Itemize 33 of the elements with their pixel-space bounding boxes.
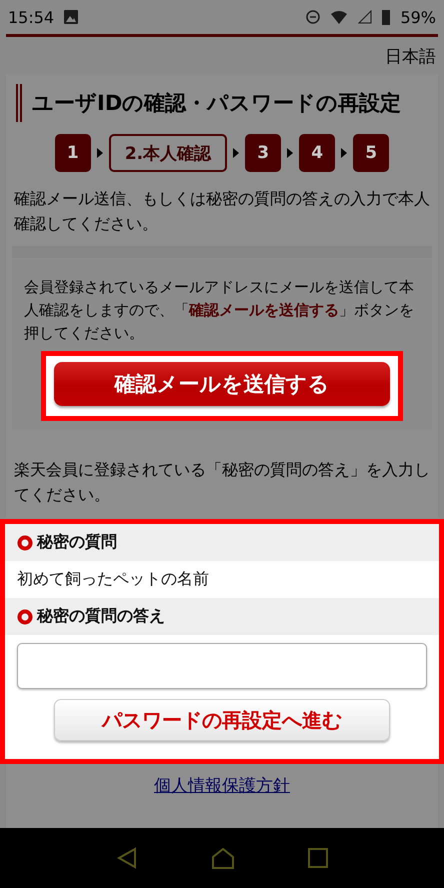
- clock: 15:54: [8, 8, 54, 26]
- language-link[interactable]: 日本語: [377, 37, 444, 74]
- arrow-icon: [233, 148, 240, 158]
- step: 5: [353, 134, 390, 172]
- step: 4: [299, 134, 336, 172]
- bullet-icon: [17, 534, 33, 550]
- battery-level: 59%: [400, 8, 436, 26]
- send-email-button[interactable]: 確認メールを送信する: [54, 362, 390, 406]
- home-icon[interactable]: [210, 847, 235, 869]
- field-label: 秘密の質問: [37, 532, 117, 553]
- back-icon[interactable]: [116, 847, 138, 869]
- answer-field[interactable]: [17, 643, 427, 689]
- step: 3: [245, 134, 282, 172]
- step: 1: [54, 134, 91, 172]
- battery-icon: [382, 10, 390, 24]
- do-not-disturb-icon: [306, 10, 320, 24]
- intro-text: 確認メール送信、もしくは秘密の質問の答えの入力で本人確認してください。: [14, 188, 430, 235]
- question-text: 初めて飼ったペットの名前: [16, 568, 210, 590]
- arrow-icon: [287, 148, 294, 158]
- reset-password-button[interactable]: パスワードの再設定へ進む: [54, 699, 390, 741]
- step: 2.本人確認: [108, 134, 228, 172]
- recents-icon[interactable]: [308, 848, 328, 868]
- page-title: ユーザIDの確認・パスワードの再設定: [16, 84, 430, 122]
- arrow-icon: [96, 148, 103, 158]
- field-label: 秘密の質問の答え: [37, 606, 165, 627]
- wifi-icon: [330, 10, 348, 24]
- signal-icon: [358, 10, 372, 24]
- image-icon: [64, 10, 78, 24]
- bullet-icon: [17, 608, 33, 624]
- email-instructions: 会員登録されているメールアドレスにメールを送信して本人確認をしますので、「確認メールを送信する」ボタンを押してください。: [24, 277, 415, 344]
- arrow-icon: [341, 148, 348, 158]
- question-intro: 楽天会員に登録されている「秘密の質問の答え」を入力してください。: [14, 459, 430, 506]
- privacy-link[interactable]: 個人情報保護方針: [154, 774, 290, 797]
